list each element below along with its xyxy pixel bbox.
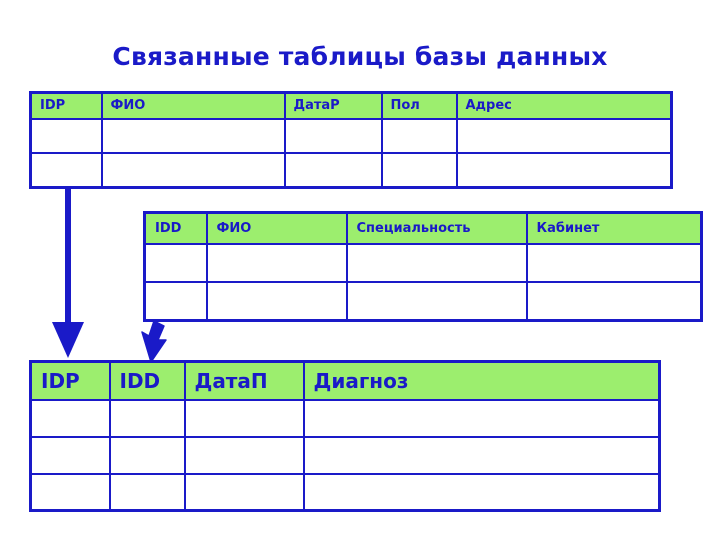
table-row: [29, 117, 673, 155]
column-header-idd: IDD: [143, 211, 208, 246]
column-header-idd: IDD: [108, 360, 186, 401]
table-cell[interactable]: [345, 243, 528, 284]
page-title: Связанные таблицы базы данных: [112, 42, 608, 71]
table-cell[interactable]: [380, 117, 458, 155]
table-cell[interactable]: [302, 472, 661, 512]
table-cell[interactable]: [455, 152, 673, 189]
table-doctors-header-row: IDD ФИО Специальность Кабинет: [143, 211, 703, 246]
table-cell[interactable]: [108, 398, 186, 438]
table-cell[interactable]: [143, 281, 208, 322]
table-cell[interactable]: [29, 152, 103, 189]
table-row: [29, 152, 673, 189]
table-cell[interactable]: [100, 117, 286, 155]
table-cell[interactable]: [29, 117, 103, 155]
column-header-fio: ФИО: [100, 91, 286, 120]
table-appointments-header-row: IDP IDD ДатаП Диагноз: [29, 360, 661, 401]
table-row: [29, 398, 661, 438]
table-cell[interactable]: [283, 117, 383, 155]
table-row: [143, 281, 703, 322]
table-cell[interactable]: [29, 435, 111, 475]
table-cell[interactable]: [183, 398, 305, 438]
table-cell[interactable]: [302, 398, 661, 438]
table-cell[interactable]: [108, 472, 186, 512]
table-cell[interactable]: [345, 281, 528, 322]
table-doctors: IDD ФИО Специальность Кабинет: [143, 211, 703, 322]
slide-canvas: Связанные таблицы базы данных IDP ФИО Да…: [0, 0, 720, 540]
table-cell[interactable]: [29, 398, 111, 438]
table-patients: IDP ФИО ДатаР Пол Адрес: [29, 91, 673, 189]
table-cell[interactable]: [100, 152, 286, 189]
column-header-datar: ДатаР: [283, 91, 383, 120]
table-row: [143, 243, 703, 284]
column-header-diagnoz: Диагноз: [302, 360, 661, 401]
table-cell[interactable]: [302, 435, 661, 475]
column-header-fio: ФИО: [205, 211, 348, 246]
table-cell[interactable]: [183, 435, 305, 475]
table-cell[interactable]: [283, 152, 383, 189]
table-cell[interactable]: [525, 281, 703, 322]
table-cell[interactable]: [455, 117, 673, 155]
column-header-idp: IDP: [29, 91, 103, 120]
table-cell[interactable]: [205, 243, 348, 284]
table-row: [29, 472, 661, 512]
column-header-adres: Адрес: [455, 91, 673, 120]
arrow-patients-to-appointments: [52, 188, 84, 358]
column-header-kabinet: Кабинет: [525, 211, 703, 246]
column-header-specialnost: Специальность: [345, 211, 528, 246]
table-cell[interactable]: [29, 472, 111, 512]
arrow-doctors-to-appointments: [141, 320, 167, 363]
column-header-idp: IDP: [29, 360, 111, 401]
table-cell[interactable]: [525, 243, 703, 284]
column-header-pol: Пол: [380, 91, 458, 120]
table-appointments: IDP IDD ДатаП Диагноз: [29, 360, 661, 512]
column-header-datap: ДатаП: [183, 360, 305, 401]
table-cell[interactable]: [108, 435, 186, 475]
table-row: [29, 435, 661, 475]
table-cell[interactable]: [183, 472, 305, 512]
table-cell[interactable]: [380, 152, 458, 189]
table-cell[interactable]: [143, 243, 208, 284]
table-cell[interactable]: [205, 281, 348, 322]
table-patients-header-row: IDP ФИО ДатаР Пол Адрес: [29, 91, 673, 120]
